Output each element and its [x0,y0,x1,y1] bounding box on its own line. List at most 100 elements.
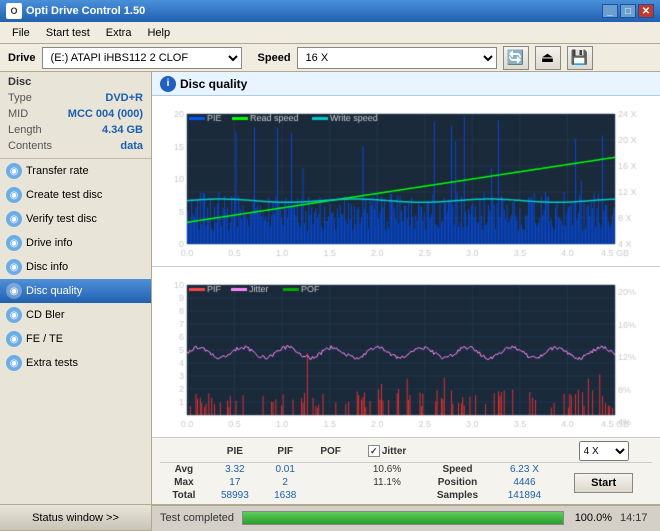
disc-quality-icon: ◉ [6,283,22,299]
sidebar-item-extra-tests[interactable]: ◉ Extra tests [0,351,151,375]
start-button[interactable]: Start [574,473,633,493]
sidebar-item-label: Transfer rate [26,165,89,177]
drive-info-icon: ◉ [6,235,22,251]
status-window-button[interactable]: Status window >> [0,505,152,531]
stats-samples-label: Samples [421,489,493,502]
bottom-chart [152,267,660,437]
window-controls: _ □ ✕ [602,4,654,18]
disc-section-title: Disc [8,76,143,88]
verify-test-disc-icon: ◉ [6,211,22,227]
disc-quality-header: i Disc quality [152,72,660,96]
sidebar-item-disc-info[interactable]: ◉ Disc info [0,255,151,279]
sidebar-item-verify-test-disc[interactable]: ◉ Verify test disc [0,207,151,231]
stats-col-speed-label [421,440,493,463]
stats-table: PIE PIF POF ✓ Jitter 4 X [160,440,652,502]
disc-quality-title: Disc quality [180,77,247,91]
sidebar-item-drive-info[interactable]: ◉ Drive info [0,231,151,255]
stats-max-pof [308,476,352,489]
stats-speed-label: Speed [421,463,493,477]
stats-total-pof [308,489,352,502]
maximize-button[interactable]: □ [620,4,636,18]
top-chart [152,96,660,267]
disc-type-value: DVD+R [105,90,143,106]
stats-header-row: PIE PIF POF ✓ Jitter 4 X [160,440,652,463]
stats-avg-pie: 3.32 [208,463,262,477]
cd-bler-icon: ◉ [6,307,22,323]
main-area: Disc Type DVD+R MID MCC 004 (000) Length… [0,72,660,504]
disc-length-value: 4.34 GB [102,122,143,138]
stats-bar: PIE PIF POF ✓ Jitter 4 X [152,437,660,504]
stats-col-extra: 4 X [555,440,652,463]
stats-start-btn-cell: Start [555,463,652,503]
disc-quality-icon-header: i [160,76,176,92]
stats-max-jitter: 11.1% [353,476,422,489]
status-bar: Status window >> Test completed 100.0% 1… [0,504,660,530]
content-area: i Disc quality PIE PIF POF [152,72,660,504]
stats-col-jitter-header: ✓ Jitter [353,440,422,463]
status-text: Test completed [160,512,234,524]
app-icon: O [6,3,22,19]
fe-te-icon: ◉ [6,331,22,347]
charts-area [152,96,660,437]
speed-label: Speed [258,52,291,64]
drive-select[interactable]: (E:) ATAPI iHBS112 2 CLOF [42,47,242,69]
menu-start-test[interactable]: Start test [38,25,98,41]
stats-col-pof-header: POF [308,440,352,463]
disc-length-row: Length 4.34 GB [8,122,143,138]
menu-help[interactable]: Help [139,25,178,41]
progress-bar [242,511,564,525]
stats-total-pif: 1638 [262,489,309,502]
sidebar-item-cd-bler[interactable]: ◉ CD Bler [0,303,151,327]
disc-type-label: Type [8,90,32,106]
sidebar-item-fe-te[interactable]: ◉ FE / TE [0,327,151,351]
stats-col-empty [160,440,208,463]
refresh-button[interactable]: 🔄 [503,46,529,70]
drive-bar: Drive (E:) ATAPI iHBS112 2 CLOF Speed 16… [0,44,660,72]
sidebar: Disc Type DVD+R MID MCC 004 (000) Length… [0,72,152,504]
jitter-checkbox[interactable]: ✓ [368,445,380,457]
disc-contents-label: Contents [8,138,52,154]
stats-total-pie: 58993 [208,489,262,502]
save-button[interactable]: 💾 [567,46,593,70]
drive-label: Drive [8,52,36,64]
stats-position-label: Position [421,476,493,489]
stats-avg-pof [308,463,352,477]
stats-total-jitter [353,489,422,502]
minimize-button[interactable]: _ [602,4,618,18]
menu-extra[interactable]: Extra [98,25,140,41]
disc-contents-row: Contents data [8,138,143,154]
stats-col-pif-header: PIF [262,440,309,463]
sidebar-item-label: Drive info [26,237,72,249]
stats-speed-val: 6.23 X [494,463,556,477]
sidebar-item-label: CD Bler [26,309,65,321]
sidebar-item-label: Disc info [26,261,68,273]
stats-avg-pif: 0.01 [262,463,309,477]
close-button[interactable]: ✕ [638,4,654,18]
sidebar-item-disc-quality[interactable]: ◉ Disc quality [0,279,151,303]
menu-file[interactable]: File [4,25,38,41]
stats-max-label: Max [160,476,208,489]
speed-4x-select[interactable]: 4 X [579,441,629,461]
time-display: 14:17 [620,512,652,524]
bottom-chart-canvas [152,267,660,437]
speed-select[interactable]: 16 X [297,47,497,69]
extra-tests-icon: ◉ [6,355,22,371]
eject-button[interactable]: ⏏ [535,46,561,70]
disc-contents-value: data [120,138,143,154]
disc-info-icon: ◉ [6,259,22,275]
stats-avg-row: Avg 3.32 0.01 10.6% Speed 6.23 X Start [160,463,652,477]
create-test-disc-icon: ◉ [6,187,22,203]
sidebar-item-label: Verify test disc [26,213,97,225]
transfer-rate-icon: ◉ [6,163,22,179]
sidebar-item-transfer-rate[interactable]: ◉ Transfer rate [0,159,151,183]
sidebar-item-label: Disc quality [26,285,82,297]
stats-avg-jitter: 10.6% [353,463,422,477]
sidebar-item-create-test-disc[interactable]: ◉ Create test disc [0,183,151,207]
progress-percentage: 100.0% [572,512,612,524]
stats-total-label: Total [160,489,208,502]
disc-mid-value: MCC 004 (000) [68,106,143,122]
sidebar-item-label: Create test disc [26,189,102,201]
title-bar: O Opti Drive Control 1.50 _ □ ✕ [0,0,660,22]
stats-avg-label: Avg [160,463,208,477]
disc-type-row: Type DVD+R [8,90,143,106]
